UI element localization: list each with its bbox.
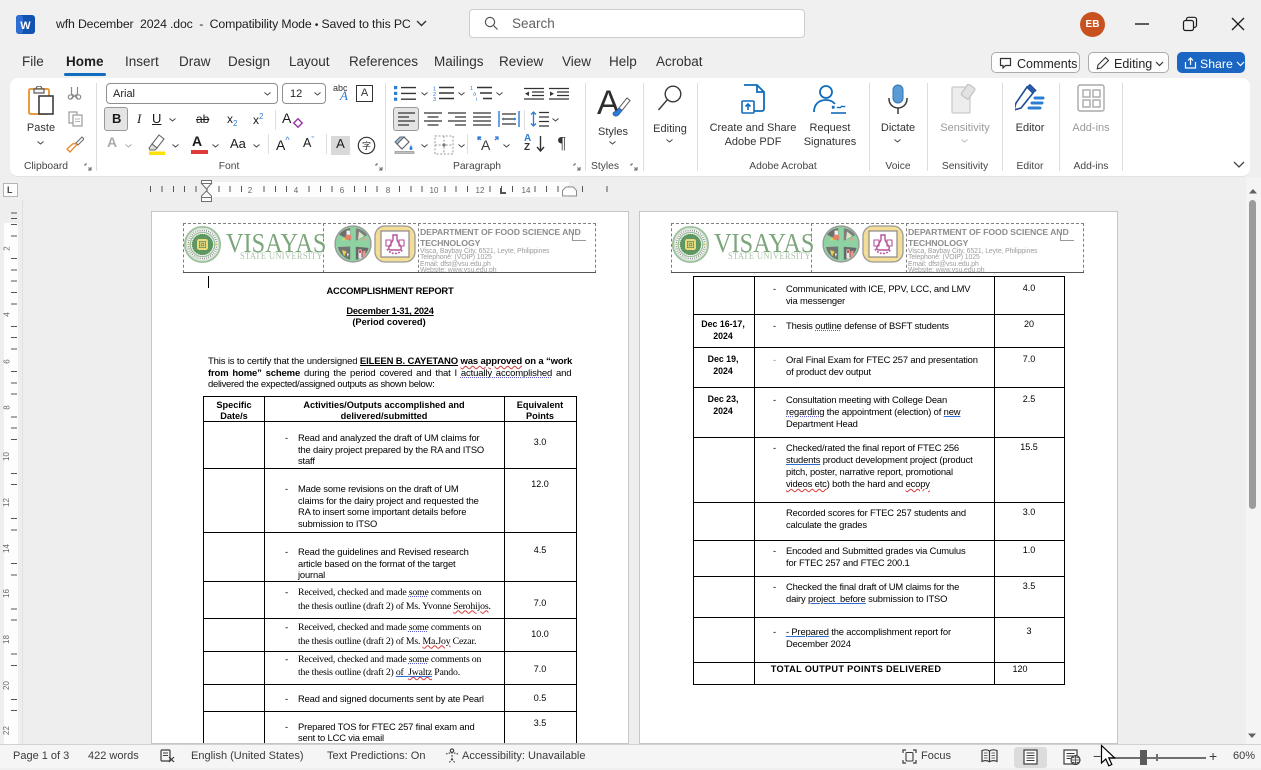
svg-text:3: 3	[433, 97, 436, 101]
svg-text:A: A	[481, 137, 491, 153]
svg-text:i: i	[476, 97, 477, 101]
svg-text:W: W	[20, 20, 31, 32]
svg-text:字: 字	[362, 140, 371, 151]
